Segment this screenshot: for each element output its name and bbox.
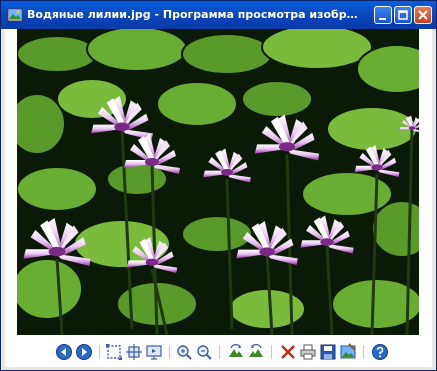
toolbar-separator bbox=[219, 345, 220, 359]
previous-image-button[interactable] bbox=[55, 343, 73, 361]
actual-size-icon bbox=[126, 344, 142, 360]
toolbar-separator bbox=[169, 345, 170, 359]
best-fit-icon bbox=[106, 344, 122, 360]
delete-button[interactable] bbox=[279, 343, 297, 361]
window-title: Водяные лилии.jpg - Программа просмотра … bbox=[27, 8, 362, 21]
minimize-button[interactable] bbox=[374, 6, 392, 24]
viewer-toolbar bbox=[5, 337, 432, 367]
help-button[interactable] bbox=[371, 343, 389, 361]
toolbar-separator bbox=[363, 345, 364, 359]
water-lilies-photo[interactable] bbox=[17, 29, 419, 335]
title-bar[interactable]: Водяные лилии.jpg - Программа просмотра … bbox=[1, 1, 436, 29]
rotate-clockwise-button[interactable] bbox=[227, 343, 245, 361]
rotate-clockwise-icon bbox=[229, 343, 243, 357]
print-icon bbox=[300, 344, 316, 360]
print-button[interactable] bbox=[299, 343, 317, 361]
save-button[interactable] bbox=[319, 343, 337, 361]
rotate-counterclockwise-icon bbox=[249, 343, 263, 357]
image-viewer-window: Водяные лилии.jpg - Программа просмотра … bbox=[0, 0, 437, 371]
open-in-editor-icon bbox=[340, 343, 356, 359]
next-image-button[interactable] bbox=[75, 343, 93, 361]
save-icon bbox=[320, 344, 336, 360]
toolbar-separator bbox=[99, 345, 100, 359]
next-icon bbox=[76, 344, 92, 360]
close-button[interactable] bbox=[414, 6, 432, 24]
slideshow-button[interactable] bbox=[145, 343, 163, 361]
zoom-out-button[interactable] bbox=[195, 343, 213, 361]
delete-icon bbox=[281, 345, 295, 359]
rotate-counterclockwise-button[interactable] bbox=[247, 343, 265, 361]
image-viewer-icon[interactable] bbox=[7, 7, 23, 23]
zoom-in-button[interactable] bbox=[175, 343, 193, 361]
zoom-in-icon bbox=[177, 345, 192, 360]
image-viewport[interactable] bbox=[5, 29, 432, 337]
actual-size-button[interactable] bbox=[125, 343, 143, 361]
best-fit-button[interactable] bbox=[105, 343, 123, 361]
maximize-icon bbox=[398, 10, 408, 20]
help-icon bbox=[372, 344, 388, 360]
maximize-button[interactable] bbox=[394, 6, 412, 24]
open-in-editor-button[interactable] bbox=[339, 343, 357, 361]
zoom-out-icon bbox=[197, 345, 212, 360]
previous-icon bbox=[56, 344, 72, 360]
close-icon bbox=[418, 10, 428, 20]
slideshow-icon bbox=[146, 345, 162, 360]
toolbar-separator bbox=[271, 345, 272, 359]
minimize-icon bbox=[379, 18, 386, 20]
